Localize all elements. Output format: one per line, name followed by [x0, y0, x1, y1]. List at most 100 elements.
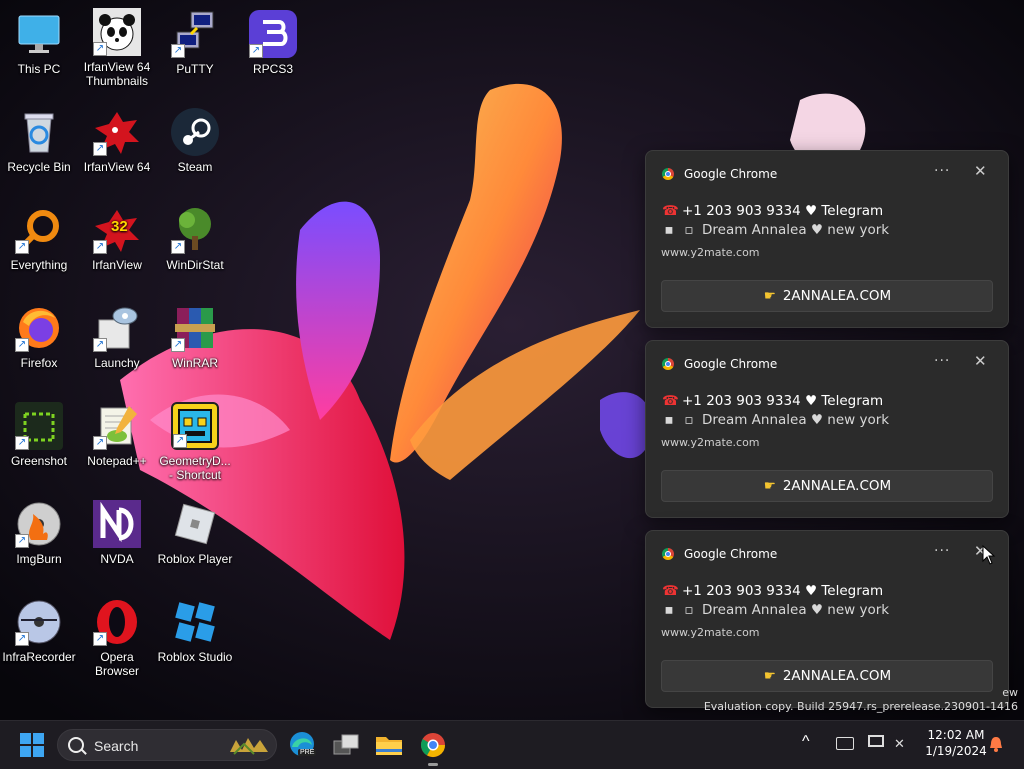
desktop-icon-label: Roblox Player: [157, 552, 233, 566]
notification-action-button[interactable]: ☛ 2ANNALEA.COM: [661, 470, 993, 502]
desktop-icon-opera[interactable]: ↗ Opera Browser: [78, 598, 156, 678]
desktop-icon-everything[interactable]: ↗ Everything: [0, 206, 78, 272]
notification-header: Google Chrome: [662, 355, 777, 373]
taskbar: Search PRE ^ ✕ 12:02 AM 1/19/2024: [0, 720, 1024, 769]
task-view-icon: [333, 734, 359, 755]
close-button[interactable]: ✕: [974, 352, 987, 370]
shortcut-arrow-icon: ↗: [93, 338, 107, 352]
notification-title: ☎ +1 203 903 9334 ♥ Telegram: [662, 583, 883, 599]
desktop-icon-label: Launchy: [94, 356, 140, 370]
notification-body-text: Dream Annalea ♥ new york: [702, 602, 890, 618]
shortcut-arrow-icon: ↗: [93, 240, 107, 254]
desktop-icon-launchy[interactable]: ↗ Launchy: [78, 304, 156, 370]
desktop-icon-roblox-studio[interactable]: Roblox Studio: [156, 598, 234, 664]
taskbar-task-view[interactable]: [330, 729, 362, 761]
irfanview-splat-icon: ↗: [93, 108, 141, 156]
panda-icon: ↗: [93, 8, 141, 56]
notification-body: ▪ ▫ Dream Annalea ♥ new york: [662, 412, 889, 428]
desktop-icon-notepad-plus-plus[interactable]: ↗ Notepad++: [78, 402, 156, 468]
volume-muted-icon[interactable]: ✕: [894, 736, 908, 751]
desktop-icon-label: Opera Browser: [94, 650, 139, 678]
desktop-icon-label: Notepad++: [87, 454, 147, 468]
desktop-icon-label: IrfanView 64 Thumbnails: [83, 60, 151, 88]
shortcut-arrow-icon: ↗: [15, 632, 29, 646]
roblox-studio-icon: [171, 598, 219, 646]
notification-header: Google Chrome: [662, 165, 777, 183]
desktop-icon-greenshot[interactable]: ↗ Greenshot: [0, 402, 78, 468]
more-options-button[interactable]: ···: [934, 163, 950, 179]
taskbar-edge-preview[interactable]: PRE: [286, 729, 318, 761]
shortcut-arrow-icon: ↗: [171, 338, 185, 352]
keyboard-icon[interactable]: [836, 737, 854, 750]
speech-bubble-icon: ▪: [664, 222, 674, 238]
chrome-icon: [662, 548, 674, 560]
desktop-icon-steam[interactable]: Steam: [156, 108, 234, 174]
desktop-icon-roblox-player[interactable]: Roblox Player: [156, 500, 234, 566]
phone-icon: ☎: [662, 203, 679, 219]
notification-title-text: +1 203 903 9334 ♥ Telegram: [682, 203, 884, 219]
desktop-icon-nvda[interactable]: NVDA: [78, 500, 156, 566]
desktop-icon-winrar[interactable]: ↗ WinRAR: [156, 304, 234, 370]
clock-date: 1/19/2024: [925, 744, 987, 758]
notification-toast[interactable]: Google Chrome ··· ✕ ☎ +1 203 903 9334 ♥ T…: [645, 530, 1009, 708]
more-options-button[interactable]: ···: [934, 543, 950, 559]
notification-action-label: 2ANNALEA.COM: [782, 478, 892, 494]
shortcut-arrow-icon: ↗: [93, 436, 107, 450]
desktop-icon-label: IrfanView: [92, 258, 142, 272]
notification-app-name: Google Chrome: [684, 167, 778, 181]
pointing-hand-icon: ☛: [763, 478, 776, 494]
tree-icon: ↗: [171, 206, 219, 254]
desktop-icon-label: GeometryD... - Shortcut: [159, 454, 231, 482]
shortcut-arrow-icon: ↗: [93, 632, 107, 646]
shortcut-arrow-icon: ↗: [93, 42, 107, 56]
desktop-icon-putty[interactable]: ↗ PuTTY: [156, 10, 234, 76]
pointing-hand-icon: ☛: [763, 668, 776, 684]
notification-title: ☎ +1 203 903 9334 ♥ Telegram: [662, 203, 883, 219]
monitor-icon: [15, 10, 63, 58]
network-icon[interactable]: [868, 735, 884, 747]
desktop-icon-recycle-bin[interactable]: Recycle Bin: [0, 108, 78, 174]
shortcut-arrow-icon: ↗: [171, 240, 185, 254]
desktop-icon-windirstat[interactable]: ↗ WinDirStat: [156, 206, 234, 272]
shortcut-arrow-icon: ↗: [15, 436, 29, 450]
desktop-icon-geometry-dash[interactable]: ↗ GeometryD... - Shortcut: [156, 402, 234, 482]
desktop-icon-irfanview-64[interactable]: ↗ IrfanView 64: [78, 108, 156, 174]
notification-toast[interactable]: Google Chrome ··· ✕ ☎ +1 203 903 9334 ♥ T…: [645, 340, 1009, 518]
desktop-icon-this-pc[interactable]: This PC: [0, 10, 78, 76]
notification-app-name: Google Chrome: [684, 547, 778, 561]
clock[interactable]: 12:02 AM 1/19/2024: [916, 727, 996, 759]
close-button[interactable]: ✕: [974, 162, 987, 180]
mouse-cursor-icon: [982, 544, 996, 570]
shortcut-arrow-icon: ↗: [93, 142, 107, 156]
desktop-icon-imgburn[interactable]: ↗ ImgBurn: [0, 500, 78, 566]
notification-toast[interactable]: Google Chrome ··· ✕ ☎ +1 203 903 9334 ♥ T…: [645, 150, 1009, 328]
notification-title-text: +1 203 903 9334 ♥ Telegram: [682, 583, 884, 599]
clock-time: 12:02 AM: [927, 728, 985, 742]
phone-icon: ☎: [662, 583, 679, 599]
taskbar-file-explorer[interactable]: [373, 729, 405, 761]
edge-pre-badge: PRE: [298, 749, 317, 756]
show-hidden-icons-button[interactable]: ^: [802, 733, 810, 751]
search-placeholder: Search: [94, 738, 139, 754]
phone-icon: ☎: [662, 393, 679, 409]
desktop-icon-irfanview-64-thumbnails[interactable]: ↗ IrfanView 64 Thumbnails: [78, 8, 156, 88]
start-button[interactable]: [16, 729, 48, 761]
chrome-icon: [420, 733, 445, 758]
roblox-icon: [171, 500, 219, 548]
search-box[interactable]: Search: [57, 729, 277, 761]
desktop-icon-rpcs3[interactable]: ↗ RPCS3: [234, 10, 312, 76]
notification-action-button[interactable]: ☛ 2ANNALEA.COM: [661, 660, 993, 692]
taskbar-chrome[interactable]: [417, 729, 449, 766]
desktop-icon-label: PuTTY: [176, 62, 214, 76]
notification-bell-icon[interactable]: [989, 736, 1003, 757]
shortcut-arrow-icon: ↗: [15, 338, 29, 352]
desktop-icon-irfanview[interactable]: 32 ↗ IrfanView: [78, 206, 156, 272]
more-options-button[interactable]: ···: [934, 353, 950, 369]
notification-body: ▪ ▫ Dream Annalea ♥ new york: [662, 222, 889, 238]
camera-icon: ▫: [684, 412, 694, 428]
notification-source: www.y2mate.com: [661, 246, 760, 259]
desktop-icon-infrarecorder[interactable]: ↗ InfraRecorder: [0, 598, 78, 664]
notification-action-label: 2ANNALEA.COM: [782, 668, 892, 684]
desktop-icon-firefox[interactable]: ↗ Firefox: [0, 304, 78, 370]
notification-action-button[interactable]: ☛ 2ANNALEA.COM: [661, 280, 993, 312]
